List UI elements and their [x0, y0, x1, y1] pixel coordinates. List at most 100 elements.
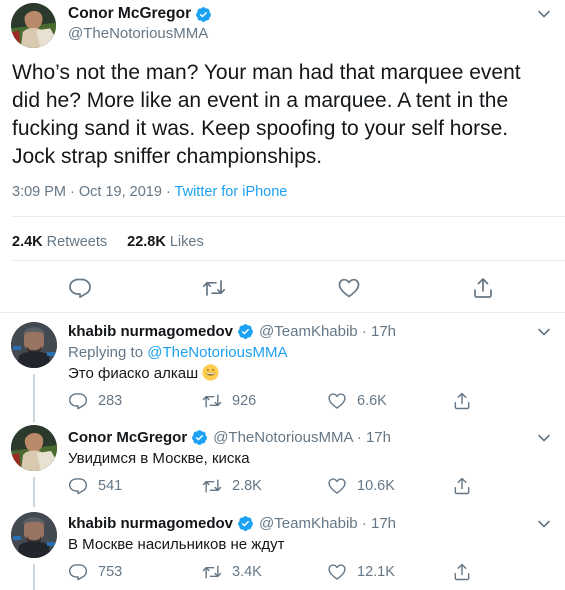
- reply-icon: [68, 476, 88, 496]
- like-icon: [327, 562, 347, 582]
- grinning-face-icon: [202, 364, 219, 381]
- retweet-icon: [202, 562, 222, 582]
- reply-icon: [68, 391, 88, 411]
- likes-count: 22.8K: [127, 234, 166, 250]
- retweet-count: 2.8K: [232, 478, 262, 494]
- retweet-icon: [202, 391, 222, 411]
- reply-icon: [68, 562, 88, 582]
- avatar[interactable]: [11, 322, 57, 368]
- retweet-action[interactable]: 3.4K: [202, 562, 262, 582]
- tweet-meta: 3:09 PM · Oct 19, 2019 · Twitter for iPh…: [12, 184, 287, 200]
- reply-action-bar: 541 2.8K 10.6K: [68, 476, 498, 496]
- chevron-down-icon[interactable]: [537, 433, 551, 443]
- reply-action[interactable]: 283: [68, 391, 122, 411]
- khabib-avatar-icon: [11, 322, 57, 368]
- avatar[interactable]: [11, 512, 57, 558]
- share-icon: [452, 391, 472, 411]
- tweet-source-link[interactable]: Twitter for iPhone: [175, 184, 288, 200]
- reply-text-content: Это фиаско алкаш: [68, 365, 199, 382]
- tweet-text-line: fucking sand it was. Keep spoofing to yo…: [12, 117, 509, 140]
- retweet-icon[interactable]: [202, 276, 226, 300]
- reply-text: Увидимся в Москве, киска: [68, 450, 250, 467]
- replying-to-link[interactable]: @TheNotoriousMMA: [147, 344, 287, 361]
- share-icon: [452, 476, 472, 496]
- like-action[interactable]: 10.6K: [327, 476, 395, 496]
- reply-tweet[interactable]: khabib nurmagomedov @TeamKhabib · 17h Re…: [0, 322, 565, 422]
- reply-text: Это фиаско алкаш: [68, 364, 219, 382]
- reply-count: 541: [98, 478, 123, 494]
- conor-avatar-icon: [11, 3, 56, 48]
- tweet-text-line: did he? More like an event in a marquee.…: [12, 89, 509, 112]
- thread-line: [33, 374, 35, 422]
- author-handle-time[interactable]: @TeamKhabib · 17h: [259, 515, 396, 532]
- verified-badge-icon: [191, 429, 208, 446]
- like-action[interactable]: 6.6K: [327, 391, 387, 411]
- reply-tweet[interactable]: Conor McGregor @TheNotoriousMMA · 17h Ув…: [0, 425, 565, 507]
- reply-action-bar: 753 3.4K 12.1K: [68, 562, 498, 582]
- reply-header: khabib nurmagomedov @TeamKhabib · 17h: [68, 323, 396, 340]
- author-handle[interactable]: @TheNotoriousMMA: [68, 25, 208, 42]
- khabib-avatar-icon: [11, 512, 57, 558]
- author-handle-time[interactable]: @TheNotoriousMMA · 17h: [213, 429, 391, 446]
- like-icon: [327, 476, 347, 496]
- divider: [0, 312, 565, 313]
- chevron-down-icon[interactable]: [537, 519, 551, 529]
- tweet-stats: 2.4K Retweets 22.8K Likes: [12, 234, 204, 250]
- like-icon[interactable]: [337, 276, 361, 300]
- verified-badge-icon: [237, 323, 254, 340]
- reply-header: Conor McGregor @TheNotoriousMMA · 17h: [68, 429, 391, 446]
- like-icon: [327, 391, 347, 411]
- tweet-text-line: Who’s not the man? Your man had that mar…: [12, 61, 521, 84]
- reply-action[interactable]: 541: [68, 476, 122, 496]
- author-name[interactable]: Conor McGregor: [68, 5, 191, 23]
- reply-icon[interactable]: [68, 276, 92, 300]
- verified-badge-icon: [195, 6, 212, 23]
- divider: [12, 260, 565, 261]
- like-action[interactable]: 12.1K: [327, 562, 395, 582]
- reply-text: В Москве насильников не ждут: [68, 536, 284, 553]
- reply-tweet[interactable]: khabib nurmagomedov @TeamKhabib · 17h В …: [0, 512, 565, 590]
- replying-prefix: Replying to: [68, 344, 148, 361]
- divider: [12, 216, 565, 217]
- share-action[interactable]: [452, 476, 482, 496]
- chevron-down-icon[interactable]: [537, 9, 551, 19]
- retweet-icon: [202, 476, 222, 496]
- main-action-bar: [0, 276, 565, 302]
- reply-action[interactable]: 753: [68, 562, 122, 582]
- avatar[interactable]: [11, 425, 57, 471]
- chevron-down-icon[interactable]: [537, 327, 551, 337]
- retweets-count: 2.4K: [12, 234, 43, 250]
- author-handle-time[interactable]: @TeamKhabib · 17h: [259, 323, 396, 340]
- reply-count: 753: [98, 564, 123, 580]
- author-row[interactable]: Conor McGregor: [68, 5, 212, 23]
- like-count: 10.6K: [357, 478, 395, 494]
- likes-label: Likes: [169, 234, 204, 250]
- like-count: 12.1K: [357, 564, 395, 580]
- main-tweet[interactable]: Conor McGregor @TheNotoriousMMA Who’s no…: [0, 0, 565, 320]
- tweet-text: Who’s not the man? Your man had that mar…: [12, 59, 557, 171]
- author-name[interactable]: khabib nurmagomedov: [68, 515, 233, 532]
- author-name[interactable]: khabib nurmagomedov: [68, 323, 233, 340]
- reply-text-content: В Москве насильников не ждут: [68, 536, 285, 553]
- share-action[interactable]: [452, 562, 482, 582]
- reply-text-content: Увидимся в Москве, киска: [68, 450, 250, 467]
- verified-badge-icon: [237, 515, 254, 532]
- retweet-count: 926: [232, 393, 257, 409]
- retweets-label: Retweets: [46, 234, 108, 250]
- reply-count: 283: [98, 393, 123, 409]
- author-name[interactable]: Conor McGregor: [68, 429, 187, 446]
- tweet-timestamp[interactable]: 3:09 PM · Oct 19, 2019 ·: [12, 184, 175, 200]
- like-count: 6.6K: [357, 393, 387, 409]
- thread-line: [33, 477, 35, 507]
- share-icon: [452, 562, 472, 582]
- reply-action-bar: 283 926 6.6K: [68, 391, 498, 411]
- tweet-text-line: Jock strap sniffer championships.: [12, 145, 323, 168]
- replying-to: Replying to @TheNotoriousMMA: [68, 344, 288, 361]
- retweets-stat[interactable]: 2.4K Retweets: [12, 234, 107, 250]
- retweet-action[interactable]: 2.8K: [202, 476, 262, 496]
- retweet-action[interactable]: 926: [202, 391, 256, 411]
- avatar[interactable]: [11, 3, 56, 48]
- share-icon[interactable]: [471, 276, 495, 300]
- likes-stat[interactable]: 22.8K Likes: [127, 234, 204, 250]
- share-action[interactable]: [452, 391, 482, 411]
